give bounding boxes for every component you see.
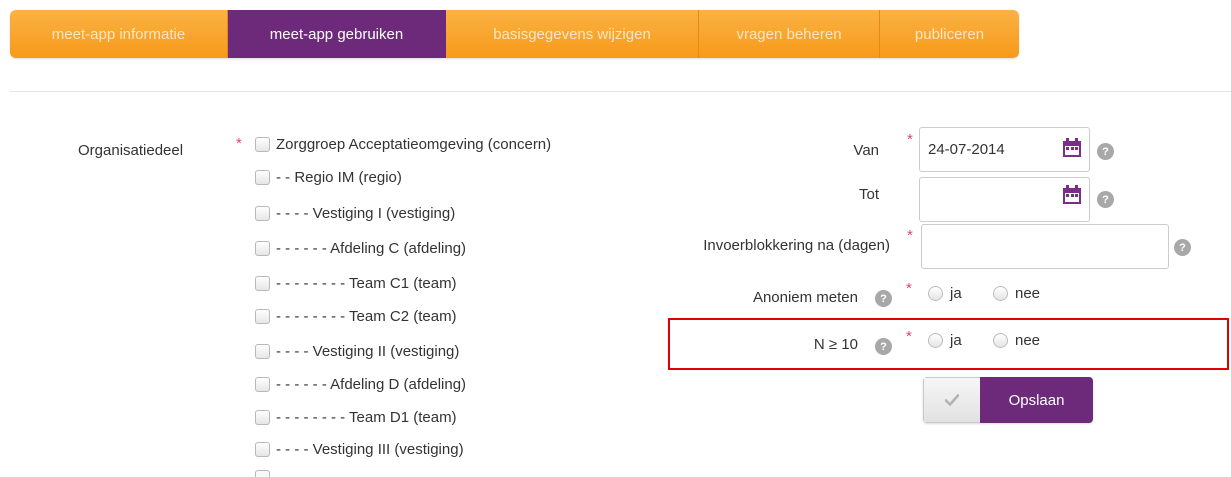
tab-publiceren[interactable]: publiceren <box>880 10 1019 58</box>
org-item[interactable]: Zorggroep Acceptatieomgeving (concern) <box>255 133 551 155</box>
help-icon[interactable]: ? <box>875 338 892 355</box>
help-icon[interactable]: ? <box>1097 191 1114 208</box>
divider <box>10 91 1231 92</box>
checkbox[interactable] <box>255 136 270 152</box>
radio-circle[interactable] <box>928 333 943 348</box>
check-icon <box>945 394 959 406</box>
radio-label: nee <box>1015 332 1041 349</box>
required-marker: * <box>906 328 912 345</box>
checkbox[interactable] <box>255 343 270 359</box>
org-item-label: - - - - Vestiging II (vestiging) <box>276 342 460 360</box>
tab-meet-app-gebruiken[interactable]: meet-app gebruiken <box>228 10 446 58</box>
radio-label: nee <box>1015 285 1041 302</box>
checkbox[interactable] <box>255 240 270 256</box>
checkbox[interactable] <box>255 409 270 425</box>
calendar-icon[interactable] <box>1061 137 1083 159</box>
anoniem-ja-radio[interactable]: ja <box>928 285 962 302</box>
n10-ja-radio[interactable]: ja <box>928 332 962 349</box>
checkbox[interactable] <box>255 441 270 457</box>
tab-vragen-beheren[interactable]: vragen beheren <box>699 10 880 58</box>
radio-circle[interactable] <box>993 286 1008 301</box>
org-item[interactable]: - - - - - - - - Team C1 (team) <box>255 272 457 294</box>
checkbox[interactable] <box>255 308 270 324</box>
org-item[interactable]: - - - - Vestiging III (vestiging) <box>255 438 464 460</box>
checkbox[interactable] <box>255 470 270 477</box>
organisatiedeel-label: Organisatiedeel <box>78 142 184 159</box>
org-item-label: - - - - - - - - Team D1 (team) <box>276 408 457 426</box>
org-item[interactable]: - - Regio IM (regio) <box>255 166 402 188</box>
save-button-group: Opslaan <box>923 377 1093 423</box>
radio-label: ja <box>950 285 962 302</box>
save-button[interactable]: Opslaan <box>980 377 1093 423</box>
tot-label: Tot <box>858 186 879 203</box>
radio-label: ja <box>950 332 962 349</box>
help-icon[interactable]: ? <box>1097 143 1114 160</box>
required-marker: * <box>906 280 912 297</box>
org-item-label: - - - - - - Afdeling C (afdeling) <box>276 239 467 257</box>
anoniem-nee-radio[interactable]: nee <box>993 285 1040 302</box>
org-item-label: - - Regio IM (regio) <box>276 168 402 186</box>
anoniem-meten-label: Anoniem meten <box>752 289 858 306</box>
calendar-icon[interactable] <box>1061 184 1083 206</box>
checkbox[interactable] <box>255 376 270 392</box>
help-icon[interactable]: ? <box>875 290 892 307</box>
org-item[interactable]: - - - - - - Afdeling C (afdeling) <box>255 237 466 259</box>
n-10-label: N ≥ 10 <box>813 336 858 353</box>
checkbox[interactable] <box>255 169 270 185</box>
org-item-label: - - - - - - - - Team C2 (team) <box>276 307 457 325</box>
check-button[interactable] <box>923 377 980 423</box>
org-item-label: - - - - - - - - Team C1 (team) <box>276 274 457 292</box>
tab-basisgegevens-wijzigen[interactable]: basisgegevens wijzigen <box>446 10 699 58</box>
invoerblokkering-input[interactable] <box>921 224 1169 269</box>
required-marker: * <box>907 131 913 148</box>
org-item-label: Zorggroep Acceptatieomgeving (concern) <box>276 135 552 153</box>
tab-meet-app-informatie[interactable]: meet-app informatie <box>10 10 228 58</box>
help-icon[interactable]: ? <box>1174 239 1191 256</box>
radio-circle[interactable] <box>993 333 1008 348</box>
org-item[interactable]: - - - - - - - - Team D1 (team) <box>255 406 457 428</box>
required-marker: * <box>236 135 242 152</box>
radio-circle[interactable] <box>928 286 943 301</box>
invoerblokkering-label: Invoerblokkering na (dagen) <box>703 237 890 254</box>
org-item[interactable]: - - - - - - - - Team C2 (team) <box>255 305 457 327</box>
van-label: Van <box>853 142 879 159</box>
org-item[interactable]: - - - - Vestiging I (vestiging) <box>255 202 455 224</box>
n10-nee-radio[interactable]: nee <box>993 332 1040 349</box>
org-item[interactable]: - - - - Vestiging II (vestiging) <box>255 340 459 362</box>
checkbox[interactable] <box>255 275 270 291</box>
org-item-label: - - - - Vestiging III (vestiging) <box>276 440 464 458</box>
checkbox[interactable] <box>255 205 270 221</box>
required-marker: * <box>907 227 913 244</box>
org-item[interactable]: - - - - - - Afdeling D (afdeling) <box>255 373 466 395</box>
org-item-label: - - - - Vestiging I (vestiging) <box>276 204 456 222</box>
tab-bar: meet-app informatie meet-app gebruiken b… <box>10 10 1019 58</box>
org-item-label: - - - - - - Afdeling D (afdeling) <box>276 375 467 393</box>
